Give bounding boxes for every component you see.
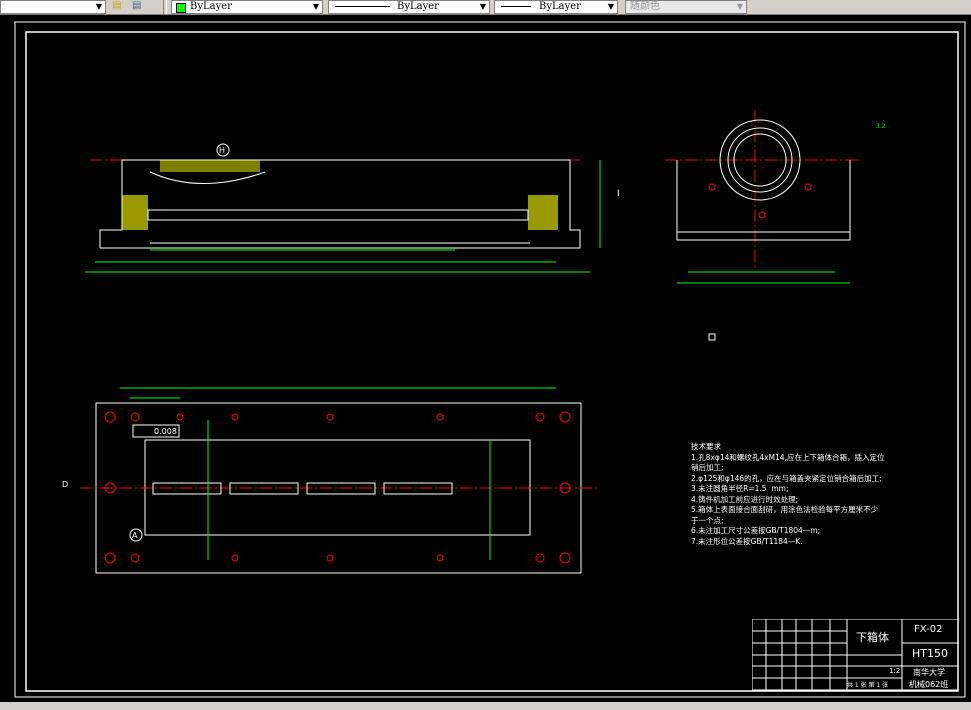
scale: 1:2 <box>889 667 901 675</box>
note-item: 1.孔8xφ14和螺纹孔4xM14,应在上下箱体合箱，插入定位 <box>691 452 885 462</box>
top-view: 0.008 A D <box>62 387 600 574</box>
sheet-count: 共 1 张 第 1 张 <box>847 682 889 689</box>
section-label-i: I <box>617 189 620 199</box>
lineweight-sample <box>501 6 531 7</box>
color-dropdown[interactable]: ByLayer ▼ <box>171 0 323 14</box>
pick-box <box>708 333 716 341</box>
note-item: 销后加工; <box>691 463 724 472</box>
sheet-border <box>14 21 966 698</box>
roughness-mark: 3.2 <box>876 123 886 130</box>
chevron-down-icon[interactable]: ▼ <box>313 1 319 12</box>
linetype-sample <box>335 6 390 7</box>
section-label-d: D <box>62 480 68 489</box>
chevron-down-icon[interactable]: ▼ <box>480 1 486 12</box>
technical-requirements: 技术要求 1.孔8xφ14和螺纹孔4xM14,应在上下箱体合箱，插入定位 销后加工;… <box>691 442 884 547</box>
drawing-number: FX-02 <box>914 624 943 635</box>
datum-label-a: A <box>132 531 138 540</box>
note-item: 6.未注加工尺寸公差按GB/T1804—m; <box>691 526 821 535</box>
properties-toolbar: ▼ ▤ ▤ ByLayer ▼ ByLayer ▼ ByLayer ▼ 随颜色 … <box>0 0 971 15</box>
side-view: 3.2 <box>665 110 886 284</box>
note-item: 4.铸件机加工前应进行时效处理; <box>691 494 799 504</box>
plot-style-dropdown[interactable]: 随颜色 ▼ <box>625 0 747 14</box>
layer-states-icon[interactable]: ▤ <box>112 0 121 11</box>
status-strip <box>0 702 971 710</box>
class-name: 机械062班 <box>909 680 949 689</box>
chevron-down-icon[interactable]: ▼ <box>737 1 743 12</box>
note-item: 3.未注圆角半径R=1.5 mm; <box>691 484 789 493</box>
linetype-value: ByLayer <box>397 1 439 12</box>
view-label-h: H <box>219 146 225 155</box>
school-name: 南华大学 <box>913 668 945 677</box>
notes-title: 技术要求 <box>691 442 721 451</box>
material: HT150 <box>912 647 948 660</box>
lineweight-dropdown[interactable]: ByLayer ▼ <box>494 0 618 14</box>
lineweight-value: ByLayer <box>539 1 581 12</box>
note-item: 2.φ125和φ146的孔，应在与箱盖夹紧定位销合箱后加工; <box>691 473 882 483</box>
plot-style-value: 随颜色 <box>630 1 660 12</box>
linetype-dropdown[interactable]: ByLayer ▼ <box>328 0 490 14</box>
layer-dropdown[interactable]: ▼ <box>0 0 106 14</box>
chevron-down-icon[interactable]: ▼ <box>96 1 102 12</box>
toolbar-divider <box>163 0 167 14</box>
note-item: 于一个点; <box>691 515 724 525</box>
chevron-down-icon[interactable]: ▼ <box>608 1 614 12</box>
front-section-view: H I <box>85 143 620 273</box>
color-value: ByLayer <box>190 1 232 12</box>
drawing-canvas[interactable]: H I 3.2 0.008 A D <box>0 15 971 705</box>
drawing-frame <box>25 31 959 692</box>
tolerance-frame: 0.008 <box>154 427 177 436</box>
color-swatch <box>176 3 186 13</box>
note-item: 7.未注形位公差按GB/T1184—K. <box>691 536 803 546</box>
note-item: 5.箱体上表面接合面刮研，用涂色法检验每平方厘米不少 <box>691 505 879 514</box>
part-name: 下箱体 <box>856 631 889 644</box>
layer-previous-icon[interactable]: ▤ <box>132 0 141 11</box>
